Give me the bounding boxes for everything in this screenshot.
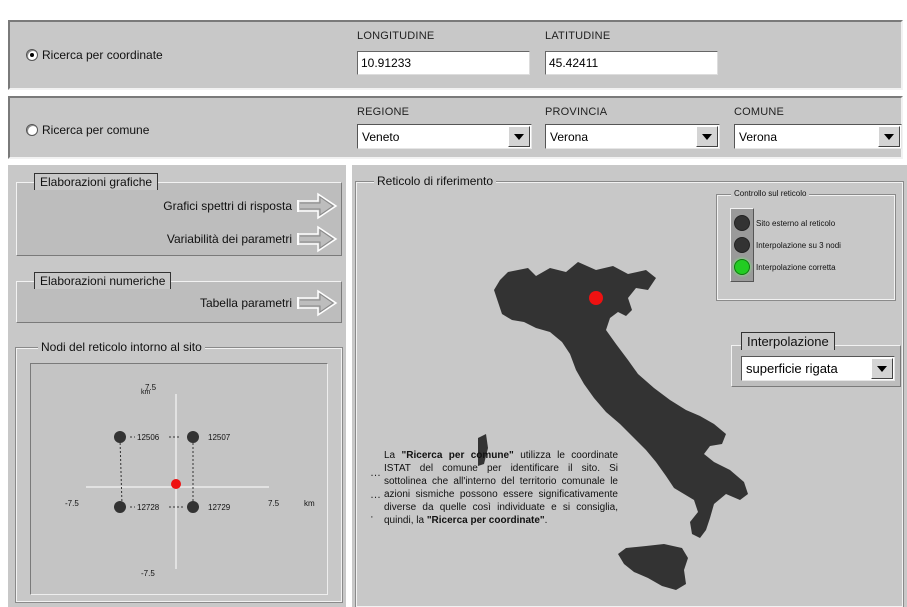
regione-select[interactable]: Veneto — [357, 124, 532, 149]
regione-dropdown-arrow-icon[interactable] — [508, 126, 530, 147]
legend-interp-corretta: Interpolazione corretta — [734, 259, 836, 275]
legend-label: Sito esterno al reticolo — [756, 218, 836, 228]
app-window: Ricerca per coordinate LONGITUDINE LATIT… — [0, 0, 907, 607]
coords-panel: Ricerca per coordinate LONGITUDINE LATIT… — [8, 20, 903, 90]
italy-map — [478, 262, 748, 590]
comune-dropdown-arrow-icon[interactable] — [878, 126, 900, 147]
comune-value: Verona — [739, 130, 778, 144]
regione-value: Veneto — [362, 130, 400, 144]
variabilita-label: Variabilità dei parametri — [166, 232, 292, 246]
axis-right-label: 7.5 — [268, 499, 280, 508]
radio-comune-indicator[interactable] — [26, 124, 38, 136]
info-text-segment: La — [384, 450, 402, 461]
site-map-marker — [589, 291, 603, 305]
controllo-title: Controllo sul reticolo — [731, 189, 810, 198]
provincia-value: Verona — [550, 130, 589, 144]
info-text: La "Ricerca per comune" utilizza le coor… — [384, 449, 618, 527]
grafici-spettri-label: Grafici spettri di risposta — [163, 199, 292, 213]
provincia-label: PROVINCIA — [545, 106, 608, 118]
grafici-spettri-button[interactable]: Grafici spettri di risposta — [60, 191, 340, 221]
comune-select[interactable]: Verona — [734, 124, 902, 149]
provincia-dropdown-arrow-icon[interactable] — [696, 126, 718, 147]
arrow-right-icon — [297, 225, 338, 253]
info-text-segment: . — [544, 515, 548, 526]
latitude-label: LATITUDINE — [545, 30, 611, 42]
axis-right-unit: km — [304, 499, 315, 508]
interpolazione-select[interactable]: superficie rigata — [741, 356, 895, 381]
radio-coords-indicator[interactable] — [26, 49, 38, 61]
radio-comune-label: Ricerca per comune — [42, 123, 150, 137]
node-marker — [114, 501, 126, 513]
light-gray-icon — [734, 215, 750, 231]
legend-label: Interpolazione corretta — [756, 262, 836, 272]
regione-label: REGIONE — [357, 106, 410, 118]
axis-top-unit: km — [141, 389, 151, 396]
nodi-plot-area: 7.5 km -7.5 -7.5 7.5 km 12506 12507 1272… — [30, 363, 328, 595]
reticolo-title: Reticolo di riferimento — [374, 174, 497, 188]
numeriche-title: Elaborazioni numeriche — [34, 272, 172, 289]
node-id-label: 12507 — [208, 433, 231, 442]
interpolazione-title: Interpolazione — [741, 332, 835, 350]
comune-panel: Ricerca per comune REGIONE Veneto PROVIN… — [8, 96, 903, 159]
legend-interp-3-nodi: Interpolazione su 3 nodi — [734, 237, 841, 253]
longitude-input[interactable] — [357, 51, 530, 75]
nodi-edge — [119, 438, 123, 506]
arrow-right-icon — [297, 192, 338, 220]
legend-sito-esterno: Sito esterno al reticolo — [734, 215, 835, 231]
latitude-input[interactable] — [545, 51, 718, 75]
node-id-label: 12729 — [208, 503, 231, 512]
tabella-parametri-button[interactable]: Tabella parametri — [60, 288, 340, 318]
interpolazione-dropdown-arrow-icon[interactable] — [871, 358, 893, 379]
axis-left-label: -7.5 — [65, 499, 79, 508]
radio-coords-label: Ricerca per coordinate — [42, 48, 163, 62]
tabella-parametri-label: Tabella parametri — [199, 296, 292, 310]
info-text-bold: "Ricerca per comune" — [401, 450, 514, 461]
nodi-plot — [86, 394, 269, 569]
nodi-title: Nodi del reticolo intorno al sito — [38, 340, 205, 354]
variabilita-button[interactable]: Variabilità dei parametri — [60, 224, 340, 254]
light-gray-icon — [734, 237, 750, 253]
grafiche-title: Elaborazioni grafiche — [34, 173, 159, 190]
node-marker — [114, 431, 126, 443]
sicily-shape — [618, 544, 688, 590]
site-marker — [171, 479, 181, 489]
axis-bottom-label: -7.5 — [141, 569, 155, 578]
interpolazione-value: superficie rigata — [746, 361, 838, 376]
longitude-label: LONGITUDINE — [357, 30, 435, 42]
radio-coords[interactable]: Ricerca per coordinate — [26, 48, 163, 62]
node-marker — [187, 431, 199, 443]
info-dots: …… · — [370, 467, 381, 523]
node-id-label: 12728 — [137, 503, 160, 512]
node-id-label: 12506 — [137, 433, 160, 442]
comune-label: COMUNE — [734, 106, 785, 118]
radio-comune[interactable]: Ricerca per comune — [26, 123, 149, 137]
provincia-select[interactable]: Verona — [545, 124, 720, 149]
light-green-icon — [734, 259, 750, 275]
arrow-right-icon — [297, 289, 338, 317]
info-text-bold: "Ricerca per coordinate" — [426, 515, 545, 526]
node-marker — [187, 501, 199, 513]
legend-label: Interpolazione su 3 nodi — [756, 240, 841, 250]
